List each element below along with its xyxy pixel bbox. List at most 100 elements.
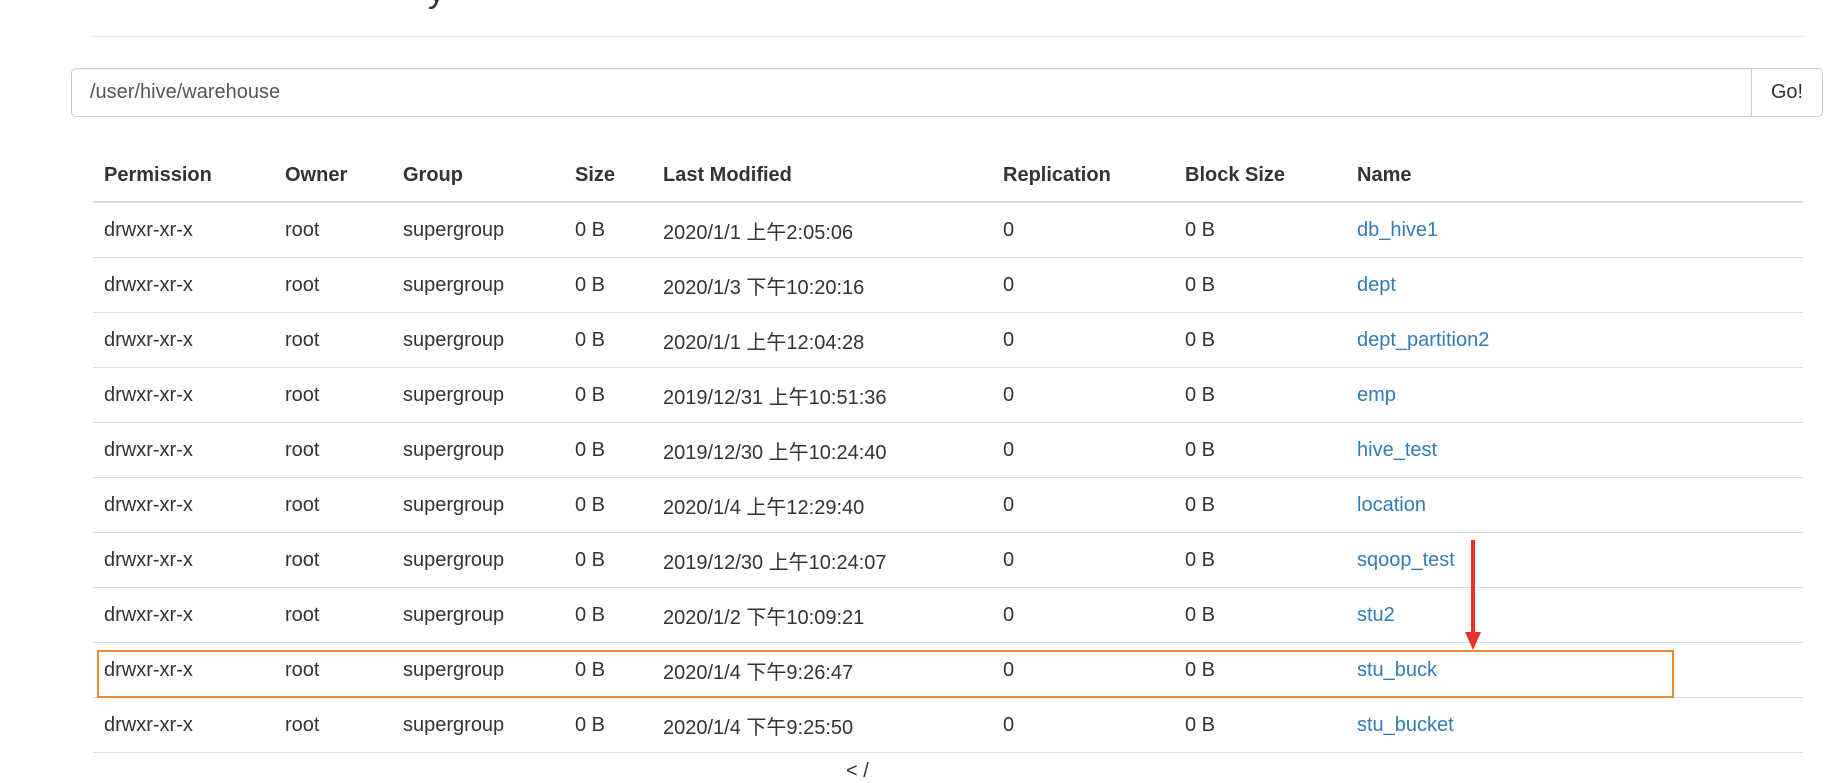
cell-permission: drwxr-xr-x: [93, 587, 274, 643]
cell-owner: root: [274, 202, 392, 258]
cell-size: 0 B: [564, 422, 652, 478]
next-row-fragment: < /: [846, 760, 869, 782]
cell-permission: drwxr-xr-x: [93, 532, 274, 588]
cell-size: 0 B: [564, 587, 652, 643]
cell-block-size: 0 B: [1174, 367, 1346, 423]
header-divider: [93, 36, 1803, 37]
cell-owner: root: [274, 422, 392, 478]
cell-replication: 0: [992, 202, 1174, 258]
table-row: drwxr-xr-x root supergroup 0 B 2020/1/4 上午12…: [93, 477, 1803, 533]
page-title-fragment: y: [428, 0, 445, 8]
cell-block-size: 0 B: [1174, 587, 1346, 643]
directory-link[interactable]: stu2: [1357, 604, 1395, 626]
cell-block-size: 0 B: [1174, 257, 1346, 313]
cell-group: supergroup: [392, 697, 564, 753]
column-header-owner[interactable]: Owner: [274, 150, 392, 203]
cell-block-size: 0 B: [1174, 422, 1346, 478]
directory-link[interactable]: hive_test: [1357, 439, 1437, 461]
cell-group: supergroup: [392, 312, 564, 368]
column-header-group[interactable]: Group: [392, 150, 564, 203]
cell-name: hive_test: [1346, 422, 1803, 478]
cell-group: supergroup: [392, 642, 564, 698]
cell-block-size: 0 B: [1174, 477, 1346, 533]
cell-permission: drwxr-xr-x: [93, 697, 274, 753]
table-row: drwxr-xr-x root supergroup 0 B 2019/12/30 上午…: [93, 532, 1803, 588]
cell-last-modified: 2020/1/4 上午12:29:40: [652, 477, 992, 533]
path-bar: Go!: [71, 68, 1823, 117]
cell-group: supergroup: [392, 202, 564, 258]
cell-block-size: 0 B: [1174, 312, 1346, 368]
directory-link[interactable]: sqoop_test: [1357, 549, 1455, 571]
directory-link[interactable]: location: [1357, 494, 1426, 516]
cell-block-size: 0 B: [1174, 697, 1346, 753]
cell-replication: 0: [992, 477, 1174, 533]
cell-size: 0 B: [564, 202, 652, 258]
directory-link[interactable]: emp: [1357, 384, 1396, 406]
cell-block-size: 0 B: [1174, 642, 1346, 698]
cell-last-modified: 2020/1/4 下午9:26:47: [652, 642, 992, 698]
cell-last-modified: 2019/12/31 上午10:51:36: [652, 367, 992, 423]
go-button[interactable]: Go!: [1751, 68, 1823, 117]
column-header-size[interactable]: Size: [564, 150, 652, 203]
cell-owner: root: [274, 477, 392, 533]
cell-group: supergroup: [392, 367, 564, 423]
column-header-replication[interactable]: Replication: [992, 150, 1174, 203]
cell-name: dept: [1346, 257, 1803, 313]
cell-owner: root: [274, 587, 392, 643]
table-row: drwxr-xr-x root supergroup 0 B 2020/1/1 上午2:…: [93, 202, 1803, 258]
cell-replication: 0: [992, 367, 1174, 423]
cell-name: location: [1346, 477, 1803, 533]
cell-owner: root: [274, 642, 392, 698]
cell-name: sqoop_test: [1346, 532, 1803, 588]
directory-link[interactable]: stu_buck: [1357, 659, 1437, 681]
column-header-block-size[interactable]: Block Size: [1174, 150, 1346, 203]
path-input[interactable]: [71, 68, 1751, 117]
column-header-name[interactable]: Name: [1346, 150, 1803, 203]
cell-last-modified: 2020/1/3 下午10:20:16: [652, 257, 992, 313]
file-listing-table: Permission Owner Group Size Last Modifie…: [93, 150, 1803, 753]
cell-permission: drwxr-xr-x: [93, 367, 274, 423]
cell-owner: root: [274, 312, 392, 368]
cell-size: 0 B: [564, 477, 652, 533]
cell-name: db_hive1: [1346, 202, 1803, 258]
table-row: drwxr-xr-x root supergroup 0 B 2020/1/4 下午9:…: [93, 697, 1803, 753]
cell-replication: 0: [992, 422, 1174, 478]
cell-replication: 0: [992, 587, 1174, 643]
cell-name: stu2: [1346, 587, 1803, 643]
table-row: drwxr-xr-x root supergroup 0 B 2020/1/1 上午12…: [93, 312, 1803, 368]
cell-last-modified: 2019/12/30 上午10:24:07: [652, 532, 992, 588]
table-row: drwxr-xr-x root supergroup 0 B 2020/1/2 下午10…: [93, 587, 1803, 643]
directory-link[interactable]: dept_partition2: [1357, 329, 1489, 351]
cell-last-modified: 2019/12/30 上午10:24:40: [652, 422, 992, 478]
cell-replication: 0: [992, 642, 1174, 698]
cell-block-size: 0 B: [1174, 532, 1346, 588]
cell-permission: drwxr-xr-x: [93, 642, 274, 698]
directory-link[interactable]: dept: [1357, 274, 1396, 296]
cell-size: 0 B: [564, 257, 652, 313]
cell-group: supergroup: [392, 587, 564, 643]
cell-size: 0 B: [564, 367, 652, 423]
cell-permission: drwxr-xr-x: [93, 477, 274, 533]
cell-owner: root: [274, 257, 392, 313]
cell-replication: 0: [992, 532, 1174, 588]
cell-group: supergroup: [392, 257, 564, 313]
cell-permission: drwxr-xr-x: [93, 422, 274, 478]
cell-owner: root: [274, 367, 392, 423]
directory-link[interactable]: db_hive1: [1357, 219, 1438, 241]
directory-link[interactable]: stu_bucket: [1357, 714, 1454, 736]
cell-owner: root: [274, 532, 392, 588]
cell-last-modified: 2020/1/4 下午9:25:50: [652, 697, 992, 753]
table-row: drwxr-xr-x root supergroup 0 B 2020/1/3 下午10…: [93, 257, 1803, 313]
cell-permission: drwxr-xr-x: [93, 257, 274, 313]
cell-last-modified: 2020/1/2 下午10:09:21: [652, 587, 992, 643]
cell-last-modified: 2020/1/1 上午12:04:28: [652, 312, 992, 368]
cell-size: 0 B: [564, 312, 652, 368]
cell-name: stu_buck: [1346, 642, 1803, 698]
cell-group: supergroup: [392, 477, 564, 533]
cell-size: 0 B: [564, 697, 652, 753]
column-header-last-modified[interactable]: Last Modified: [652, 150, 992, 203]
table-row: drwxr-xr-x root supergroup 0 B 2020/1/4 下午9:…: [93, 642, 1803, 698]
cell-replication: 0: [992, 697, 1174, 753]
column-header-permission[interactable]: Permission: [93, 150, 274, 203]
table-body: drwxr-xr-x root supergroup 0 B 2020/1/1 上午2:…: [93, 202, 1803, 753]
